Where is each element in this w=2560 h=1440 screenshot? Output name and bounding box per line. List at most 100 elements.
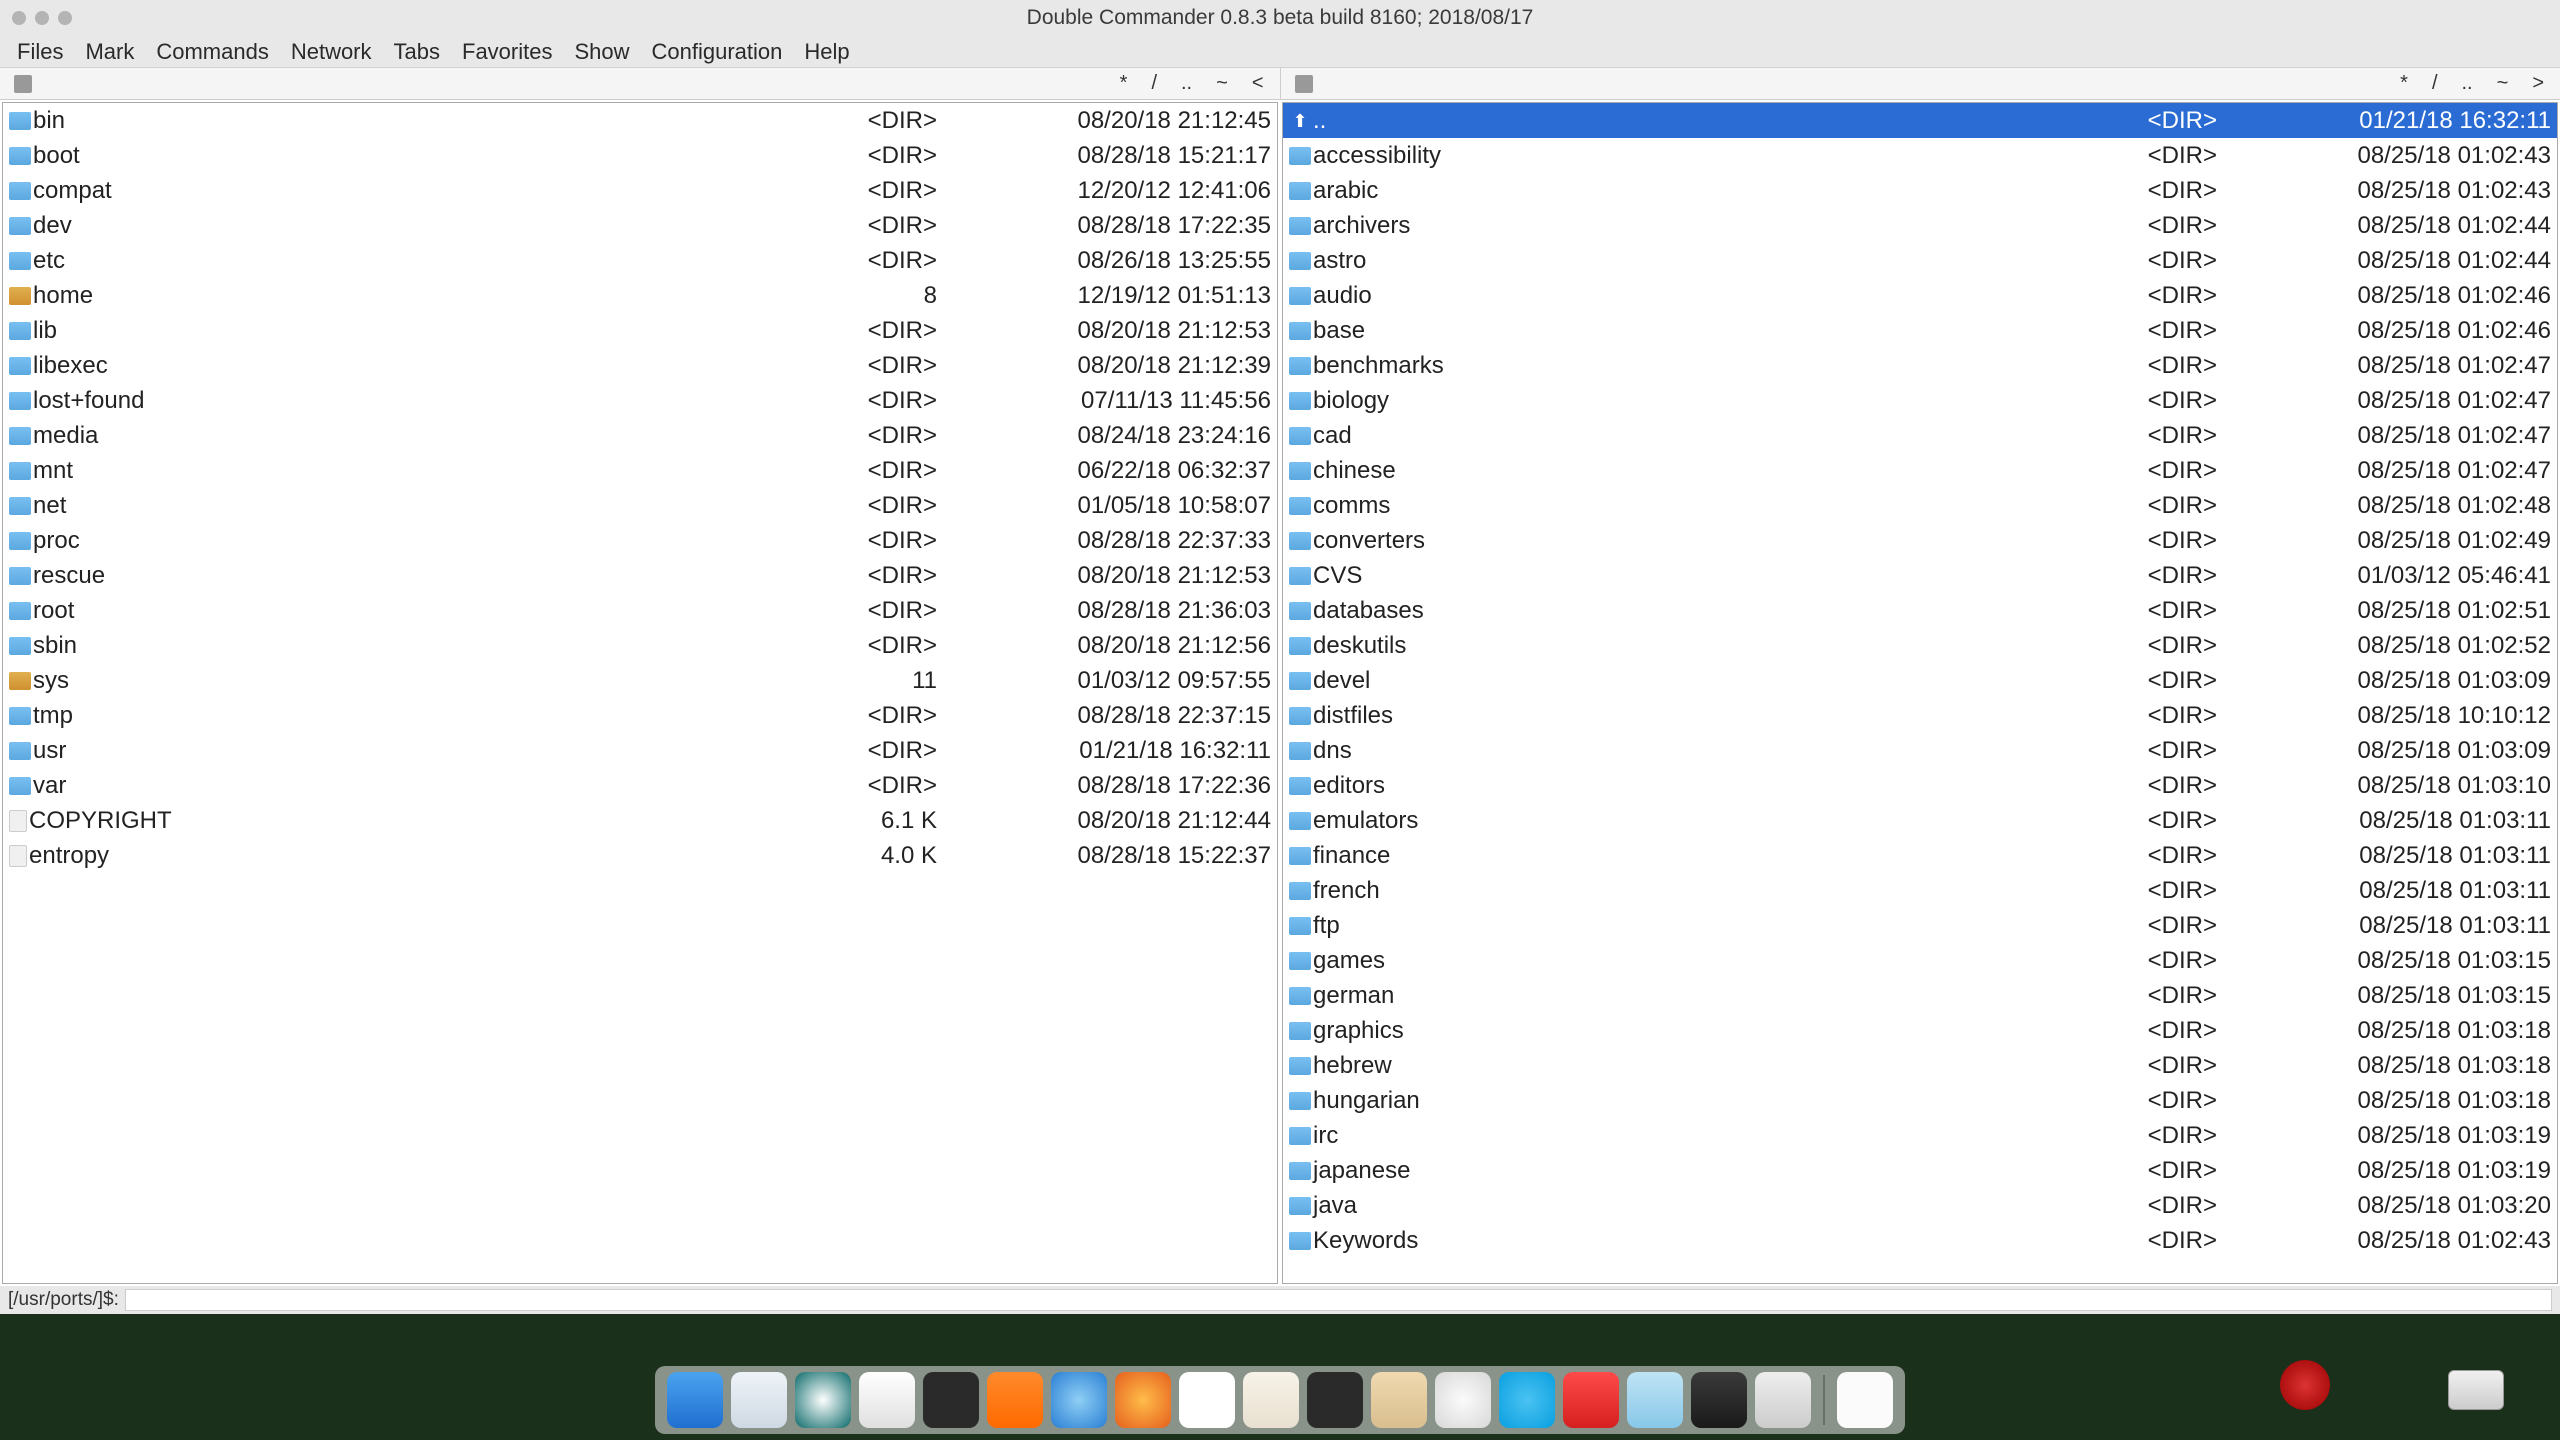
- file-row[interactable]: compat<DIR>12/20/12 12:41:06: [3, 173, 1277, 208]
- file-row[interactable]: hungarian<DIR>08/25/18 01:03:18: [1283, 1083, 2557, 1118]
- menu-files[interactable]: Files: [6, 35, 74, 69]
- close-window-button[interactable]: [12, 11, 26, 25]
- nav-button[interactable]: ..: [2462, 72, 2473, 95]
- drive-icon[interactable]: [1295, 75, 1313, 93]
- menu-favorites[interactable]: Favorites: [451, 35, 563, 69]
- nav-button[interactable]: ..: [1181, 72, 1192, 95]
- file-row[interactable]: benchmarks<DIR>08/25/18 01:02:47: [1283, 348, 2557, 383]
- dock-graph-icon[interactable]: [1563, 1372, 1619, 1428]
- file-row[interactable]: lib<DIR>08/20/18 21:12:53: [3, 313, 1277, 348]
- file-row[interactable]: astro<DIR>08/25/18 01:02:44: [1283, 243, 2557, 278]
- file-row[interactable]: japanese<DIR>08/25/18 01:03:19: [1283, 1153, 2557, 1188]
- drive-icon[interactable]: [14, 75, 32, 93]
- file-row[interactable]: deskutils<DIR>08/25/18 01:02:52: [1283, 628, 2557, 663]
- dock-notes-icon[interactable]: [1243, 1372, 1299, 1428]
- file-row[interactable]: Keywords<DIR>08/25/18 01:02:43: [1283, 1223, 2557, 1258]
- file-row[interactable]: editors<DIR>08/25/18 01:03:10: [1283, 768, 2557, 803]
- zoom-window-button[interactable]: [58, 11, 72, 25]
- dock-terminal-icon[interactable]: [923, 1372, 979, 1428]
- file-row[interactable]: devel<DIR>08/25/18 01:03:09: [1283, 663, 2557, 698]
- file-row[interactable]: proc<DIR>08/28/18 22:37:33: [3, 523, 1277, 558]
- dock-textedit-icon[interactable]: [859, 1372, 915, 1428]
- minimize-window-button[interactable]: [35, 11, 49, 25]
- menu-tabs[interactable]: Tabs: [383, 35, 451, 69]
- dock-term2-icon[interactable]: [1837, 1372, 1893, 1428]
- file-row[interactable]: bin<DIR>08/20/18 21:12:45: [3, 103, 1277, 138]
- file-row[interactable]: net<DIR>01/05/18 10:58:07: [3, 488, 1277, 523]
- file-row[interactable]: dns<DIR>08/25/18 01:03:09: [1283, 733, 2557, 768]
- bsd-mascot-icon[interactable]: [2280, 1360, 2330, 1410]
- dock-preview-icon[interactable]: [1627, 1372, 1683, 1428]
- file-row[interactable]: home812/19/12 01:51:13: [3, 278, 1277, 313]
- file-row[interactable]: comms<DIR>08/25/18 01:02:48: [1283, 488, 2557, 523]
- file-row[interactable]: distfiles<DIR>08/25/18 10:10:12: [1283, 698, 2557, 733]
- nav-button[interactable]: <: [1252, 72, 1264, 95]
- dock-skype-icon[interactable]: [1499, 1372, 1555, 1428]
- left-panel[interactable]: bin<DIR>08/20/18 21:12:45boot<DIR>08/28/…: [2, 102, 1278, 1284]
- dock-firefox-icon[interactable]: [1115, 1372, 1171, 1428]
- menu-show[interactable]: Show: [563, 35, 640, 69]
- file-row[interactable]: irc<DIR>08/25/18 01:03:19: [1283, 1118, 2557, 1153]
- menu-configuration[interactable]: Configuration: [641, 35, 794, 69]
- file-row[interactable]: archivers<DIR>08/25/18 01:02:44: [1283, 208, 2557, 243]
- dock-finder-icon[interactable]: [667, 1372, 723, 1428]
- file-row[interactable]: root<DIR>08/28/18 21:36:03: [3, 593, 1277, 628]
- right-panel[interactable]: ⬆..<DIR>01/21/18 16:32:11accessibility<D…: [1282, 102, 2558, 1284]
- file-row[interactable]: rescue<DIR>08/20/18 21:12:53: [3, 558, 1277, 593]
- file-row[interactable]: boot<DIR>08/28/18 15:21:17: [3, 138, 1277, 173]
- file-row[interactable]: var<DIR>08/28/18 17:22:36: [3, 768, 1277, 803]
- file-row[interactable]: ⬆..<DIR>01/21/18 16:32:11: [1283, 103, 2557, 138]
- file-row[interactable]: biology<DIR>08/25/18 01:02:47: [1283, 383, 2557, 418]
- file-row[interactable]: media<DIR>08/24/18 23:24:16: [3, 418, 1277, 453]
- dock-trash-icon[interactable]: [1755, 1372, 1811, 1428]
- file-row[interactable]: accessibility<DIR>08/25/18 01:02:43: [1283, 138, 2557, 173]
- dock-browser-icon[interactable]: [1051, 1372, 1107, 1428]
- dock-activity-icon[interactable]: [1307, 1372, 1363, 1428]
- file-row[interactable]: CVS<DIR>01/03/12 05:46:41: [1283, 558, 2557, 593]
- file-row[interactable]: arabic<DIR>08/25/18 01:02:43: [1283, 173, 2557, 208]
- nav-button[interactable]: ~: [2497, 72, 2509, 95]
- file-row[interactable]: etc<DIR>08/26/18 13:25:55: [3, 243, 1277, 278]
- nav-button[interactable]: >: [2532, 72, 2544, 95]
- dock-calc-icon[interactable]: [987, 1372, 1043, 1428]
- nav-button[interactable]: ~: [1216, 72, 1228, 95]
- file-row[interactable]: sys1101/03/12 09:57:55: [3, 663, 1277, 698]
- file-row[interactable]: tmp<DIR>08/28/18 22:37:15: [3, 698, 1277, 733]
- command-input[interactable]: [125, 1289, 2552, 1311]
- file-row[interactable]: converters<DIR>08/25/18 01:02:49: [1283, 523, 2557, 558]
- file-row[interactable]: audio<DIR>08/25/18 01:02:46: [1283, 278, 2557, 313]
- file-row[interactable]: dev<DIR>08/28/18 17:22:35: [3, 208, 1277, 243]
- file-row[interactable]: chinese<DIR>08/25/18 01:02:47: [1283, 453, 2557, 488]
- file-row[interactable]: german<DIR>08/25/18 01:03:15: [1283, 978, 2557, 1013]
- file-row[interactable]: ftp<DIR>08/25/18 01:03:11: [1283, 908, 2557, 943]
- nav-button[interactable]: /: [1151, 72, 1157, 95]
- menu-commands[interactable]: Commands: [145, 35, 279, 69]
- dock-contrast-icon[interactable]: [795, 1372, 851, 1428]
- nav-button[interactable]: /: [2432, 72, 2438, 95]
- file-row[interactable]: lost+found<DIR>07/11/13 11:45:56: [3, 383, 1277, 418]
- dock-window-icon[interactable]: [731, 1372, 787, 1428]
- file-row[interactable]: finance<DIR>08/25/18 01:03:11: [1283, 838, 2557, 873]
- file-row[interactable]: games<DIR>08/25/18 01:03:15: [1283, 943, 2557, 978]
- file-row[interactable]: usr<DIR>01/21/18 16:32:11: [3, 733, 1277, 768]
- menu-mark[interactable]: Mark: [74, 35, 145, 69]
- file-row[interactable]: sbin<DIR>08/20/18 21:12:56: [3, 628, 1277, 663]
- dock-filemgr-icon[interactable]: [1371, 1372, 1427, 1428]
- nav-button[interactable]: *: [2400, 72, 2408, 95]
- file-row[interactable]: emulators<DIR>08/25/18 01:03:11: [1283, 803, 2557, 838]
- file-row[interactable]: cad<DIR>08/25/18 01:02:47: [1283, 418, 2557, 453]
- dock-clock-icon[interactable]: [1435, 1372, 1491, 1428]
- dock-pdf-icon[interactable]: [1691, 1372, 1747, 1428]
- file-row[interactable]: java<DIR>08/25/18 01:03:20: [1283, 1188, 2557, 1223]
- dock-charts-icon[interactable]: [1179, 1372, 1235, 1428]
- file-row[interactable]: hebrew<DIR>08/25/18 01:03:18: [1283, 1048, 2557, 1083]
- file-row[interactable]: COPYRIGHT6.1 K08/20/18 21:12:44: [3, 803, 1277, 838]
- file-row[interactable]: french<DIR>08/25/18 01:03:11: [1283, 873, 2557, 908]
- menu-help[interactable]: Help: [793, 35, 860, 69]
- desktop-drive-icon[interactable]: [2448, 1370, 2504, 1410]
- file-row[interactable]: databases<DIR>08/25/18 01:02:51: [1283, 593, 2557, 628]
- file-row[interactable]: entropy4.0 K08/28/18 15:22:37: [3, 838, 1277, 873]
- file-row[interactable]: base<DIR>08/25/18 01:02:46: [1283, 313, 2557, 348]
- file-row[interactable]: libexec<DIR>08/20/18 21:12:39: [3, 348, 1277, 383]
- file-row[interactable]: graphics<DIR>08/25/18 01:03:18: [1283, 1013, 2557, 1048]
